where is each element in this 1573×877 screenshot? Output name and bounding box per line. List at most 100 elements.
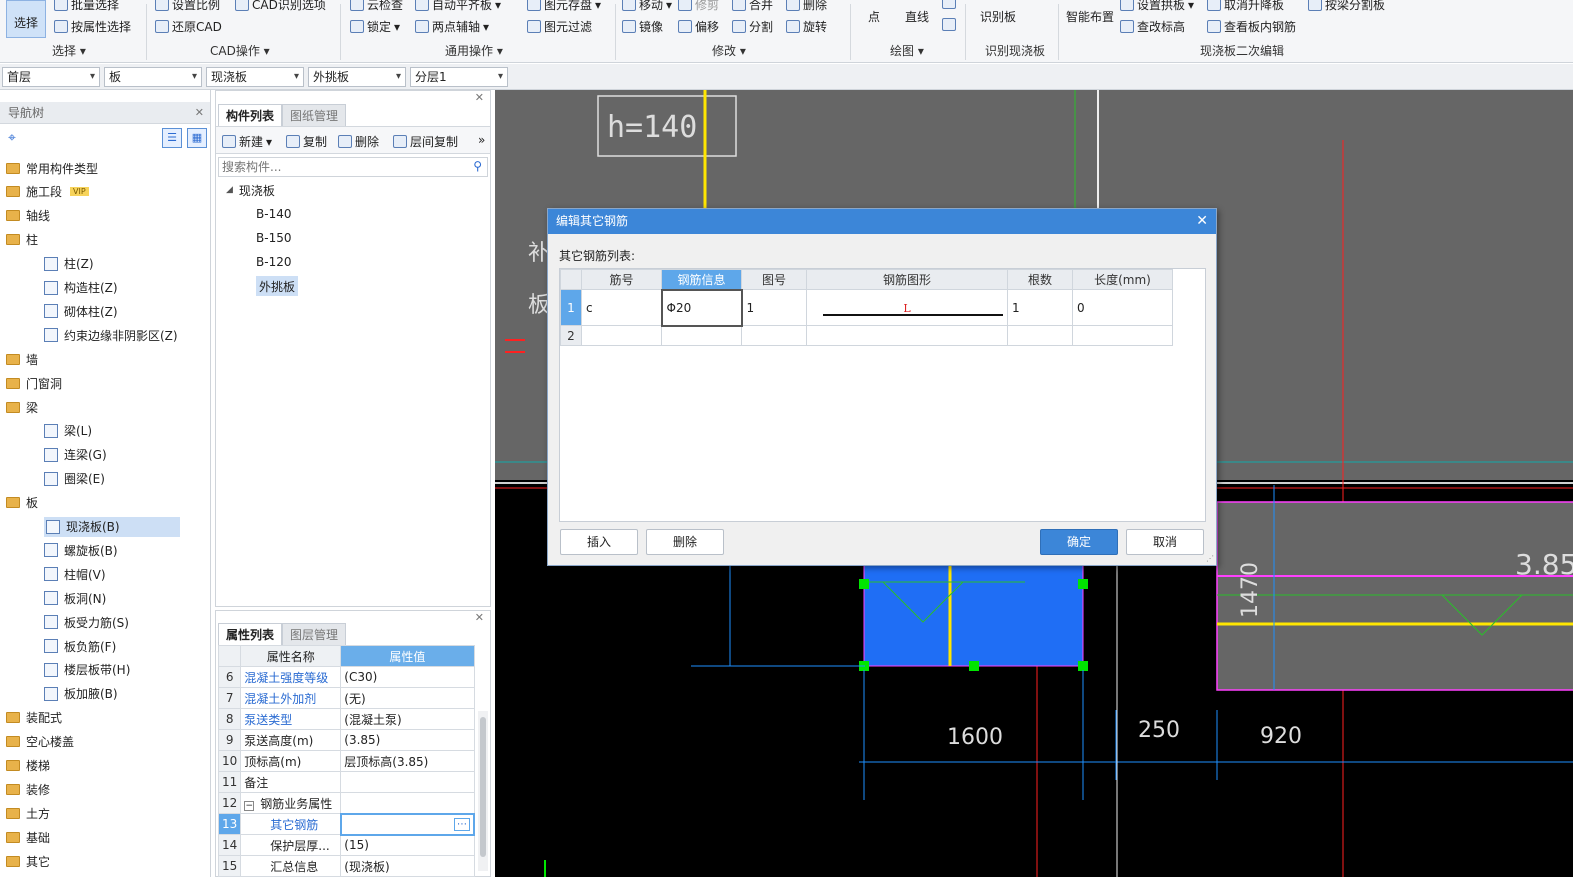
nav-item[interactable]: 其它 [6, 851, 50, 871]
scrollbar[interactable] [478, 711, 488, 871]
property-row[interactable]: 8 泵送类型 (混凝土泵) [217, 708, 475, 730]
property-row[interactable]: 11 备注 [217, 771, 475, 793]
nav-item[interactable]: 柱(Z) [44, 254, 94, 274]
close-icon[interactable]: ✕ [195, 102, 204, 124]
property-row[interactable]: 9 泵送高度(m) (3.85) [217, 729, 475, 751]
trim-button[interactable]: 修剪 [678, 0, 719, 13]
cancel-button[interactable]: 取消 [1126, 529, 1204, 555]
attr-select-button[interactable]: 按属性选择 [54, 18, 131, 35]
property-row[interactable]: 7 混凝土外加剂 (无) [217, 687, 475, 709]
grid-cell[interactable] [581, 325, 662, 346]
delete-tool-button[interactable]: 删除 [786, 0, 827, 13]
grid-cell[interactable]: c [581, 289, 662, 326]
resize-grip-icon[interactable]: ⋰ [1206, 554, 1214, 563]
grid-cell[interactable] [741, 325, 807, 346]
tab-layer-manage[interactable]: 图层管理 [282, 623, 347, 645]
nav-item[interactable]: 板加腋(B) [44, 684, 118, 704]
recognize-slab-button[interactable]: 识别板 [980, 8, 1016, 25]
set-arch-button[interactable]: 设置拱板 ▾ [1120, 0, 1194, 13]
grid-cell[interactable] [1072, 325, 1173, 346]
property-value[interactable]: (C30) [340, 666, 475, 688]
nav-item[interactable]: 装修 [6, 779, 50, 799]
property-value[interactable] [340, 771, 475, 793]
arc-button[interactable] [942, 0, 956, 9]
close-icon[interactable]: ✕ [1196, 209, 1208, 234]
close-icon[interactable]: ✕ [475, 91, 484, 104]
edit-elevation-button[interactable]: 查改标高 [1120, 18, 1185, 35]
floor-copy-button[interactable]: 层间复制 [393, 133, 458, 150]
collapse-icon[interactable]: ◢ [226, 185, 233, 195]
collapse-icon[interactable]: − [244, 800, 255, 811]
nav-item[interactable]: 板受力筋(S) [44, 612, 129, 632]
floor-select[interactable]: 首层 [2, 67, 100, 87]
cancel-lift-button[interactable]: 取消升降板 [1207, 0, 1284, 13]
copy-button[interactable]: 复制 [286, 133, 327, 150]
comp-item[interactable]: 外挑板 [256, 276, 299, 296]
ok-button[interactable]: 确定 [1040, 529, 1118, 555]
property-value[interactable]: 层顶标高(3.85) [340, 750, 475, 772]
grid-cell[interactable]: 0 [1072, 289, 1173, 326]
nav-item[interactable]: 圈梁(E) [44, 469, 105, 489]
property-row[interactable]: 12− 钢筋业务属性 [217, 792, 475, 814]
tab-properties[interactable]: 属性列表 [218, 623, 283, 645]
insert-button[interactable]: 插入 [560, 529, 638, 555]
nav-item[interactable]: 装配式 [6, 708, 62, 728]
scrollbar-thumb[interactable] [480, 717, 486, 857]
restore-cad-button[interactable]: 还原CAD [155, 18, 222, 35]
smart-layout-button[interactable]: 智能布置 [1066, 8, 1114, 25]
set-scale-button[interactable]: 设置比例 [155, 0, 220, 13]
grid-cell[interactable]: 1 [741, 289, 807, 326]
property-value[interactable]: (15) [340, 834, 475, 856]
two-point-axis-button[interactable]: 两点辅轴 ▾ [415, 18, 489, 35]
property-row[interactable]: 13 其它钢筋 ⋯ [217, 812, 476, 836]
nav-item[interactable]: 柱帽(V) [44, 564, 106, 584]
pin-icon[interactable]: ⌖ [8, 130, 16, 146]
split-by-beam-button[interactable]: 按梁分割板 [1308, 0, 1385, 13]
cad-options-button[interactable]: CAD识别选项 [235, 0, 326, 13]
nav-item[interactable]: 空心楼盖 [6, 732, 74, 752]
nav-item[interactable]: 板负筋(F) [44, 636, 116, 656]
grid-cell[interactable] [661, 325, 742, 346]
move-button[interactable]: 移动 ▾ [622, 0, 672, 13]
layer-select[interactable]: 分层1 [410, 67, 508, 87]
grid-cell[interactable] [806, 325, 1008, 346]
search-box[interactable]: ⚲ [218, 157, 488, 177]
comp-item[interactable]: B-140 [256, 204, 291, 224]
property-row[interactable]: 6 混凝土强度等级 (C30) [217, 666, 475, 688]
nav-item[interactable]: 约束边缘非阴影区(Z) [44, 325, 178, 345]
rect-button[interactable] [942, 18, 956, 31]
merge-button[interactable]: 合并 [732, 0, 773, 13]
property-row[interactable]: 14 保护层厚... (15) [217, 834, 475, 856]
batch-select-button[interactable]: 批量选择 [54, 0, 119, 13]
nav-item[interactable]: 板 [6, 493, 38, 513]
comp-item[interactable]: B-120 [256, 252, 291, 272]
delete-row-button[interactable]: 删除 [646, 529, 724, 555]
nav-item[interactable]: 墙 [6, 349, 38, 369]
split-button[interactable]: 分割 [732, 18, 773, 35]
type-select[interactable]: 板 [104, 67, 202, 87]
nav-item[interactable]: 土方 [6, 803, 50, 823]
search-icon[interactable]: ⚲ [473, 159, 482, 173]
nav-item[interactable]: 梁 [6, 397, 38, 417]
rotate-button[interactable]: 旋转 [786, 18, 827, 35]
nav-item[interactable]: 施工段 VIP [6, 182, 89, 202]
cloud-check-button[interactable]: 云检查 [350, 0, 403, 13]
nav-item[interactable]: 现浇板(B) [44, 516, 180, 537]
property-value[interactable]: (现浇板) [340, 855, 475, 877]
lock-button[interactable]: 锁定 ▾ [350, 18, 400, 35]
nav-item[interactable]: 螺旋板(B) [44, 540, 118, 560]
property-row[interactable]: 15 汇总信息 (现浇板) [217, 855, 475, 877]
tab-drawing-manage[interactable]: 图纸管理 [282, 104, 347, 126]
mirror-button[interactable]: 镜像 [622, 18, 663, 35]
ellipsis-button[interactable]: ⋯ [454, 817, 470, 831]
auto-level-button[interactable]: 自动平齐板 ▾ [415, 0, 501, 13]
view-rebar-button[interactable]: 查看板内钢筋 [1207, 18, 1296, 35]
draw-point-button[interactable]: 点 [868, 8, 880, 25]
nav-item[interactable]: 板洞(N) [44, 588, 106, 608]
table-row[interactable]: 1 c Φ20 1 L 1 0 [560, 288, 1173, 327]
select-button[interactable]: 选择 [6, 0, 46, 38]
element-filter-button[interactable]: 图元过滤 [527, 18, 592, 35]
property-value[interactable]: (无) [340, 687, 475, 709]
nav-item[interactable]: 楼层板带(H) [44, 660, 130, 680]
nav-item[interactable]: 楼梯 [6, 756, 50, 776]
